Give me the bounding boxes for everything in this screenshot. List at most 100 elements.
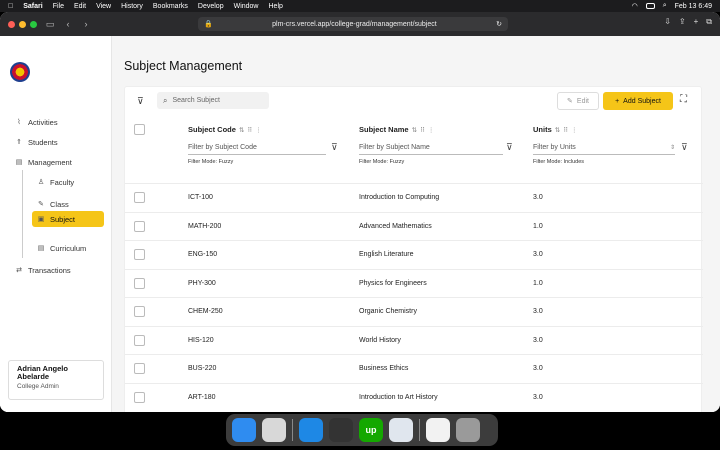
row-checkbox[interactable] [134,391,145,403]
apple-menu[interactable]:  [8,3,13,10]
sidebar-item-label: Activities [28,117,58,127]
add-subject-button[interactable]: + Add Subject [603,92,673,110]
menu-bookmarks[interactable]: Bookmarks [153,3,188,10]
menu-window[interactable]: Window [234,3,259,10]
select-all-checkbox[interactable] [134,124,145,135]
drag-handle-icon[interactable]: ⠿ [420,126,425,134]
zoom-window-button[interactable] [30,20,37,28]
lock-icon: 🔒 [204,21,213,28]
page-title: Subject Management [124,59,243,73]
sidebar-item-subject[interactable]: ▣ Subject [32,211,104,227]
sidebar-item-label: Subject [50,214,76,224]
row-checkbox[interactable] [134,277,145,289]
tab-overview-icon[interactable]: ⧉ [706,17,712,27]
sort-icon[interactable]: ⇅ [412,126,417,134]
trash-icon[interactable] [456,418,480,442]
sidebar-item-students[interactable]: ⇑ Students [14,134,104,150]
macos-dock: up [226,414,498,446]
new-tab-icon[interactable]: + [694,17,699,27]
forward-icon[interactable]: › [80,19,92,29]
menu-history[interactable]: History [121,3,143,10]
sidebar-item-curriculum[interactable]: ▤ Curriculum [36,240,104,256]
menu-edit[interactable]: Edit [74,3,86,10]
subject-code-cell: HIS-120 [188,336,214,344]
search-icon[interactable]: ⌕ [663,2,667,10]
add-subject-label: Add Subject [623,97,661,105]
fullscreen-icon[interactable]: ⛶ [680,94,687,105]
sort-icon[interactable]: ⇅ [555,126,560,134]
column-header-subject-code[interactable]: Subject Code ⇅ ⠿ ⋮ [188,125,262,134]
safari-icon[interactable] [299,418,323,442]
table-row[interactable]: ART-180 Introduction to Art History 3.0 [125,382,703,411]
figma-icon[interactable] [329,418,353,442]
column-menu-icon[interactable]: ⋮ [428,126,435,134]
preview-icon[interactable] [389,418,413,442]
table-row[interactable]: CHEM-250 Organic Chemistry 3.0 [125,297,703,325]
finder-icon[interactable] [232,418,256,442]
sidebar-toggle-icon[interactable]: ▭ [44,19,56,30]
table-row[interactable]: MATH-200 Advanced Mathematics 1.0 [125,211,703,240]
subject-code-filter-input[interactable]: Filter by Subject Code [188,141,326,155]
upwork-icon[interactable]: up [359,418,383,442]
column-menu-icon[interactable]: ⋮ [571,126,578,134]
drag-handle-icon[interactable]: ⠿ [563,126,568,134]
menu-safari[interactable]: Safari [23,3,42,10]
filter-mode-icon[interactable]: ⊽ [681,142,688,153]
table-row[interactable]: ICT-100 Introduction to Computing 3.0 [125,183,703,211]
edit-button[interactable]: ✎ Edit [557,92,599,110]
sidebar-item-class[interactable]: ✎ Class [36,196,104,212]
document-icon[interactable] [426,418,450,442]
sidebar-item-management[interactable]: ▤ Management [14,154,104,170]
subject-name-cell: English Literature [359,251,414,258]
sort-icon[interactable]: ⇅ [239,126,244,134]
sidebar-item-activities[interactable]: ⌇ Activities [14,114,104,130]
drag-handle-icon[interactable]: ⠿ [247,126,252,134]
filter-mode-icon[interactable]: ⊽ [506,142,513,153]
user-card[interactable]: Adrian Angelo Abelarde College Admin [8,360,104,400]
minimize-window-button[interactable] [19,20,26,28]
row-checkbox[interactable] [134,363,145,374]
column-header-subject-name[interactable]: Subject Name ⇅ ⠿ ⋮ [359,125,434,134]
clear-filter-icon[interactable]: ⊽ [137,96,144,107]
subject-code-cell: ENG-150 [188,251,218,258]
table-row[interactable]: BUS-220 Business Ethics 3.0 [125,354,703,382]
close-window-button[interactable] [8,20,15,28]
wifi-icon[interactable]: ◠ [632,2,638,10]
column-header-units[interactable]: Units ⇅ ⠿ ⋮ [533,125,577,134]
table-row[interactable]: ENG-150 English Literature 3.0 [125,240,703,268]
table-row[interactable]: HIS-120 World History 3.0 [125,325,703,354]
share-icon[interactable]: ⇪ [679,17,686,27]
menu-develop[interactable]: Develop [198,3,224,10]
menu-file[interactable]: File [53,3,64,10]
download-icon[interactable]: ⇩ [664,17,671,27]
subject-name-filter-input[interactable]: Filter by Subject Name [359,141,503,155]
row-checkbox[interactable] [134,306,145,317]
battery-icon[interactable] [645,3,655,9]
edit-label: Edit [576,97,589,105]
calendar-icon: ▤ [15,159,23,166]
row-checkbox[interactable] [134,192,145,203]
back-icon[interactable]: ‹ [62,19,74,29]
table-row[interactable]: PHY-300 Physics for Engineers 1.0 [125,268,703,297]
row-checkbox[interactable] [134,249,145,260]
units-cell: 1.0 [533,279,543,287]
subject-code-cell: ART-180 [188,393,216,401]
clock[interactable]: Feb 13 6:49 [675,3,712,10]
sidebar-item-transactions[interactable]: ⇄ Transactions [14,262,104,278]
menu-help[interactable]: Help [269,3,283,10]
units-cell: 1.0 [533,222,543,230]
column-menu-icon[interactable]: ⋮ [255,126,262,134]
row-checkbox[interactable] [134,334,145,346]
menu-view[interactable]: View [96,3,111,10]
user-icon: ♙ [37,179,45,186]
units-filter-select[interactable]: Filter by Units ⇕ [533,141,675,155]
university-logo [10,62,30,82]
address-bar[interactable]: 🔒 plm-crs.vercel.app/college-grad/manage… [198,17,508,31]
search-input[interactable]: ⌕ Search Subject [157,92,269,109]
filter-mode-icon[interactable]: ⊽ [331,142,338,153]
row-checkbox[interactable] [134,220,145,232]
launchpad-icon[interactable] [262,418,286,442]
units-filter-placeholder: Filter by Units [533,144,576,151]
sidebar-item-faculty[interactable]: ♙ Faculty [36,174,104,190]
reload-icon[interactable]: ↻ [496,20,502,28]
